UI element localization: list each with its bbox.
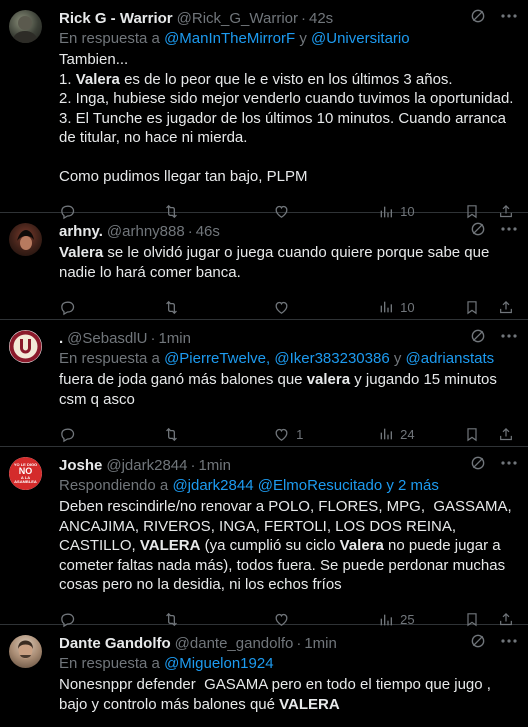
handle[interactable]: @SebasdlU <box>67 330 147 347</box>
highlighted-term: Valera <box>59 244 104 261</box>
reply-icon <box>59 426 76 443</box>
reply-mention[interactable]: @ElmoResucitado y 2 más <box>258 477 439 494</box>
share-icon[interactable] <box>498 426 514 443</box>
display-name[interactable]: arhny. <box>59 223 103 240</box>
more-icon[interactable] <box>500 638 518 644</box>
reply-prefix: En respuesta a <box>59 655 160 672</box>
handle[interactable]: @dante_gandolfo <box>175 635 294 652</box>
separator-dot: · <box>150 329 156 347</box>
more-icon[interactable] <box>500 333 518 339</box>
timestamp[interactable]: 1min <box>304 635 337 652</box>
display-name[interactable]: Rick G - Warrior <box>59 10 173 27</box>
handle[interactable]: @jdark2844 <box>106 457 187 474</box>
display-name[interactable]: Dante Gandolfo <box>59 635 171 652</box>
grok-icon[interactable] <box>470 221 486 237</box>
tweet-text: Valera se le olvidó jugar o juega cuando… <box>59 244 494 281</box>
avatar[interactable]: YO LE DIGO NO A LA ASAMBLEA <box>9 457 42 490</box>
highlighted-term: Valera <box>339 537 384 554</box>
timestamp[interactable]: 1min <box>158 330 191 347</box>
grok-icon[interactable] <box>470 633 486 649</box>
bookmark-icon[interactable] <box>464 426 480 443</box>
like-icon <box>273 299 290 316</box>
share-icon[interactable] <box>498 299 514 316</box>
views-count: 24 <box>400 426 415 442</box>
bookmark-icon[interactable] <box>464 299 480 316</box>
highlighted-term: VALERA <box>279 695 340 713</box>
tweet-text: Tambien... 1. Valera es de lo peor que l… <box>59 51 514 185</box>
like-button[interactable] <box>267 299 372 316</box>
tweet-text: Nonesnppr defender GASAMA pero en todo e… <box>59 676 496 713</box>
views-count: 10 <box>400 299 415 315</box>
avatar[interactable] <box>9 10 42 43</box>
grok-icon[interactable] <box>470 328 486 344</box>
grok-icon[interactable] <box>470 455 486 471</box>
views-icon <box>378 426 394 442</box>
avatar[interactable] <box>9 223 42 256</box>
tweet[interactable]: Rick G - Warrior @Rick_G_Warrior · 42s E… <box>0 0 528 220</box>
reply-context: En respuesta a @PierreTwelve, @Iker38323… <box>59 350 495 367</box>
reply-prefix: En respuesta a <box>59 30 160 47</box>
display-name[interactable]: Joshe <box>59 457 102 474</box>
separator-dot: · <box>187 222 193 240</box>
reply-mention[interactable]: @PierreTwelve <box>164 350 266 367</box>
retweet-icon <box>162 426 181 443</box>
display-name[interactable]: . <box>59 330 63 347</box>
reply-mention[interactable]: @Universitario <box>311 30 410 47</box>
more-icon[interactable] <box>500 226 518 232</box>
more-icon[interactable] <box>500 13 518 19</box>
tweet-feed: Rick G - Warrior @Rick_G_Warrior · 42s E… <box>0 0 528 727</box>
more-icon[interactable] <box>500 460 518 466</box>
reply-mention[interactable]: @adrianstats <box>406 350 495 367</box>
highlighted-term: valera <box>306 371 351 388</box>
handle[interactable]: @Rick_G_Warrior <box>177 10 298 27</box>
tweet[interactable]: arhny. @arhny888 · 46s Valera se le olvi… <box>0 213 528 320</box>
reply-mention[interactable]: @jdark2844 <box>172 477 253 494</box>
views-icon <box>378 299 394 315</box>
handle[interactable]: @arhny888 <box>107 223 185 240</box>
reply-button[interactable] <box>59 299 162 316</box>
reply-prefix: Respondiendo a <box>59 477 169 494</box>
tweet[interactable]: YO LE DIGO NO A LA ASAMBLEA Joshe @jdark… <box>0 447 528 628</box>
views-button[interactable]: 10 <box>372 299 464 315</box>
retweet-button[interactable] <box>162 426 267 443</box>
like-button[interactable]: 1 <box>267 426 372 443</box>
timestamp[interactable]: 42s <box>309 10 333 27</box>
tweet-text: fuera de joda ganó más balones que valer… <box>59 371 501 408</box>
separator-dot: · <box>296 634 302 652</box>
avatar[interactable] <box>9 330 42 363</box>
highlighted-term: Valera <box>75 70 120 88</box>
avatar[interactable] <box>9 635 42 668</box>
reply-button[interactable] <box>59 426 162 443</box>
reply-mention[interactable]: @Miguelon1924 <box>164 655 273 672</box>
tweet-text: Deben rescindirle/no renovar a POLO, FLO… <box>59 498 516 593</box>
retweet-button[interactable] <box>162 299 267 316</box>
separator-dot: · <box>301 9 306 27</box>
separator-dot: · <box>190 456 196 474</box>
avatar-text: ASAMBLEA <box>14 479 37 484</box>
reply-icon <box>59 299 76 316</box>
grok-icon[interactable] <box>470 8 486 24</box>
highlighted-term: VALERA <box>139 537 201 554</box>
reply-mention[interactable]: @ManInTheMirrorF <box>164 30 295 47</box>
like-count: 1 <box>296 426 304 442</box>
tweet[interactable]: . @SebasdlU · 1min En respuesta a @Pierr… <box>0 320 528 447</box>
reply-prefix: En respuesta a <box>59 350 160 367</box>
reply-joiner: y <box>393 350 402 367</box>
views-button[interactable]: 24 <box>372 426 464 442</box>
retweet-icon <box>162 299 181 316</box>
tweet[interactable]: Dante Gandolfo @dante_gandolfo · 1min En… <box>0 625 528 727</box>
reply-joiner: y <box>299 30 307 47</box>
reply-context: En respuesta a @ManInTheMirrorF y @Unive… <box>59 29 514 48</box>
reply-mention[interactable]: @Iker383230386 <box>274 350 389 367</box>
timestamp[interactable]: 46s <box>196 223 220 240</box>
reply-context: Respondiendo a @jdark2844 @ElmoResucitad… <box>59 476 514 495</box>
like-icon <box>273 426 290 443</box>
timestamp[interactable]: 1min <box>198 457 231 474</box>
reply-context: En respuesta a @Miguelon1924 <box>59 654 514 673</box>
